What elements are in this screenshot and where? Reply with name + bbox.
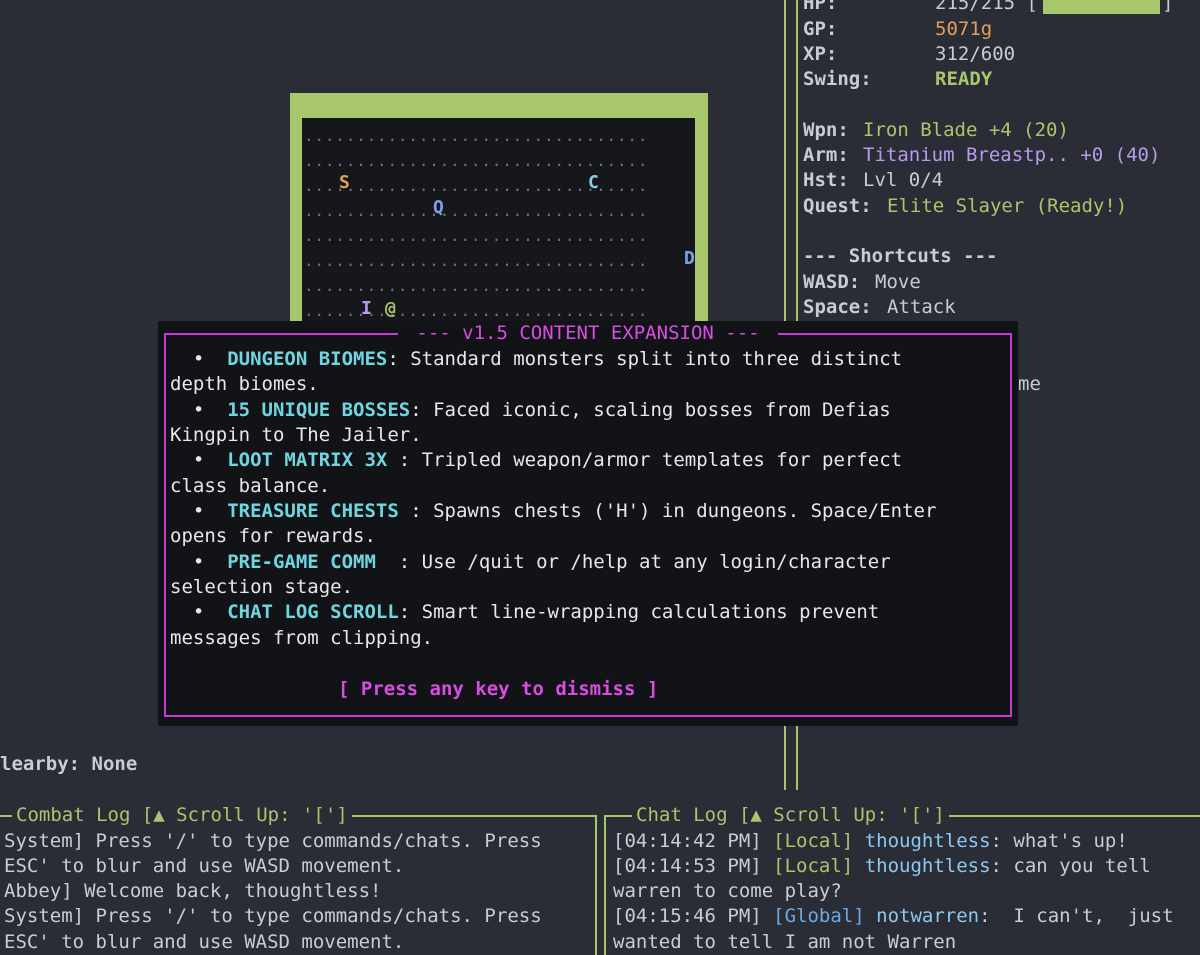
wpn-label: Wpn:	[803, 119, 849, 141]
chat-user[interactable]: thoughtless	[865, 830, 991, 852]
bullet-heading: PRE-GAME COMM	[227, 551, 376, 573]
chat-time: [04:14:53 PM]	[613, 855, 762, 877]
swing-label: Swing:	[803, 68, 872, 90]
map-floor-row: .................................	[304, 301, 649, 320]
bullet-icon: •	[170, 449, 228, 471]
shortcut-key-space: Space:	[803, 296, 872, 318]
bullet-heading: CHAT LOG SCROLL	[227, 601, 399, 623]
hp-bar	[1043, 0, 1160, 14]
shortcut-partial-text: me	[1018, 373, 1041, 395]
map-entity-i: I	[361, 298, 372, 319]
hst-value: Lvl 0/4	[863, 169, 944, 191]
arm-label: Arm:	[803, 144, 849, 166]
map-entity-d: D	[684, 248, 695, 269]
bullet-text: : Faced iconic, scaling bosses from Defi…	[410, 399, 891, 421]
chat-message-cont: wanted to tell I am not Warren	[613, 931, 957, 953]
modal-bullet-cont: depth biomes.	[170, 373, 319, 395]
modal-bullet: • CHAT LOG SCROLL: Smart line-wrapping c…	[170, 600, 879, 625]
chat-time: [04:15:46 PM]	[613, 905, 762, 927]
map-entity-c: C	[588, 172, 599, 193]
shortcut-action-move: Move	[875, 271, 921, 293]
quest-label: Quest:	[803, 195, 872, 217]
hp-label: HP:	[803, 0, 838, 14]
combat-log-line: ESC' to blur and use WASD movement.	[4, 931, 405, 953]
modal-bullet-cont: Kingpin to The Jailer.	[170, 424, 422, 446]
map-floor-row: .................................	[304, 251, 649, 270]
map-floor-row: .................................	[304, 126, 649, 145]
chat-message: [04:14:42 PM] [Local] thoughtless: what'…	[613, 829, 1128, 854]
shortcut-action-attack: Attack	[887, 296, 956, 318]
bullet-text: : Spawns chests ('H') in dungeons. Space…	[398, 500, 937, 522]
hp-value: 215/215 [	[935, 0, 1038, 14]
bullet-icon: •	[170, 500, 228, 522]
bullet-icon: •	[170, 399, 228, 421]
player-avatar: @	[385, 298, 396, 319]
chat-user[interactable]: thoughtless	[865, 855, 991, 877]
modal-bullet: • TREASURE CHESTS : Spawns chests ('H') …	[170, 499, 937, 524]
chat-channel: [Local]	[773, 830, 854, 852]
gp-value: 5071g	[935, 18, 993, 40]
chat-time: [04:14:42 PM]	[613, 830, 762, 852]
shortcuts-header: --- Shortcuts ---	[803, 245, 998, 267]
chat-log-border-left	[604, 815, 606, 955]
map-entity-q: Q	[433, 197, 444, 218]
chat-text: : can you tell	[990, 855, 1151, 877]
map-entity-s: S	[339, 172, 350, 193]
chat-channel: [Local]	[773, 855, 854, 877]
combat-log-line: ESC' to blur and use WASD movement.	[4, 855, 405, 877]
hst-label: Hst:	[803, 169, 849, 191]
modal-bullet: • DUNGEON BIOMES: Standard monsters spli…	[170, 347, 902, 372]
bullet-heading: LOOT MATRIX 3X	[227, 449, 388, 471]
bullet-text: : Smart line-wrapping calculations preve…	[398, 601, 880, 623]
modal-bullet: • LOOT MATRIX 3X : Tripled weapon/armor …	[170, 448, 902, 473]
modal-bullet-cont: messages from clipping.	[170, 627, 434, 649]
chat-text: : what's up!	[990, 830, 1128, 852]
content-expansion-modal[interactable]: --- v1.5 CONTENT EXPANSION --- • DUNGEON…	[158, 321, 1018, 726]
modal-bullet-cont: opens for rewards.	[170, 525, 376, 547]
swing-value: READY	[935, 68, 993, 90]
bullet-heading: DUNGEON BIOMES	[227, 348, 388, 370]
chat-text: : I can't, just	[979, 905, 1174, 927]
chat-log-title[interactable]: Chat Log [▲ Scroll Up: '[']	[632, 803, 949, 828]
modal-bullet: • PRE-GAME COMM : Use /quit or /help at …	[170, 550, 891, 575]
xp-value: 312/600	[935, 43, 1016, 65]
combat-log-title[interactable]: Combat Log [▲ Scroll Up: '[']	[12, 803, 352, 828]
modal-bullet-cont: class balance.	[170, 475, 331, 497]
combat-log-line: Abbey] Welcome back, thoughtless!	[4, 880, 382, 902]
map-floor-row: .................................	[304, 276, 649, 295]
modal-title: --- v1.5 CONTENT EXPANSION ---	[398, 321, 778, 346]
modal-bullet: • 15 UNIQUE BOSSES: Faced iconic, scalin…	[170, 398, 891, 423]
dismiss-prompt[interactable]: [ Press any key to dismiss ]	[338, 677, 658, 702]
quest-value: Elite Slayer (Ready!)	[887, 195, 1128, 217]
shortcut-key-wasd: WASD:	[803, 271, 861, 293]
hp-bar-end: ]	[1162, 0, 1174, 14]
bullet-heading: 15 UNIQUE BOSSES	[227, 399, 411, 421]
combat-log-line: System] Press '/' to type commands/chats…	[4, 905, 542, 927]
wpn-value: Iron Blade +4 (20)	[863, 119, 1069, 141]
xp-label: XP:	[803, 43, 838, 65]
chat-user[interactable]: notwarren	[876, 905, 979, 927]
bullet-icon: •	[170, 551, 228, 573]
chat-message: [04:14:53 PM] [Local] thoughtless: can y…	[613, 854, 1151, 879]
nearby-status: learby: None	[0, 753, 138, 775]
bullet-text: : Standard monsters split into three dis…	[387, 348, 903, 370]
combat-log-border-right	[595, 815, 597, 955]
gp-label: GP:	[803, 18, 838, 40]
chat-message-cont: warren to come play?	[613, 880, 842, 902]
modal-bullet-cont: selection stage.	[170, 576, 354, 598]
chat-message: [04:15:46 PM] [Global] notwarren: I can'…	[613, 904, 1174, 929]
bullet-heading: TREASURE CHESTS	[227, 500, 399, 522]
dungeon-map: ................................. ......…	[290, 93, 708, 333]
bullet-icon: •	[170, 601, 228, 623]
bullet-text: : Tripled weapon/armor templates for per…	[387, 449, 903, 471]
bullet-text: : Use /quit or /help at any login/charac…	[375, 551, 891, 573]
map-floor-row: .................................	[304, 226, 649, 245]
arm-value: Titanium Breastp.. +0 (40)	[863, 144, 1161, 166]
chat-channel: [Global]	[773, 905, 865, 927]
map-floor-row: .................................	[304, 201, 649, 220]
combat-log-line: System] Press '/' to type commands/chats…	[4, 830, 542, 852]
bullet-icon: •	[170, 348, 228, 370]
